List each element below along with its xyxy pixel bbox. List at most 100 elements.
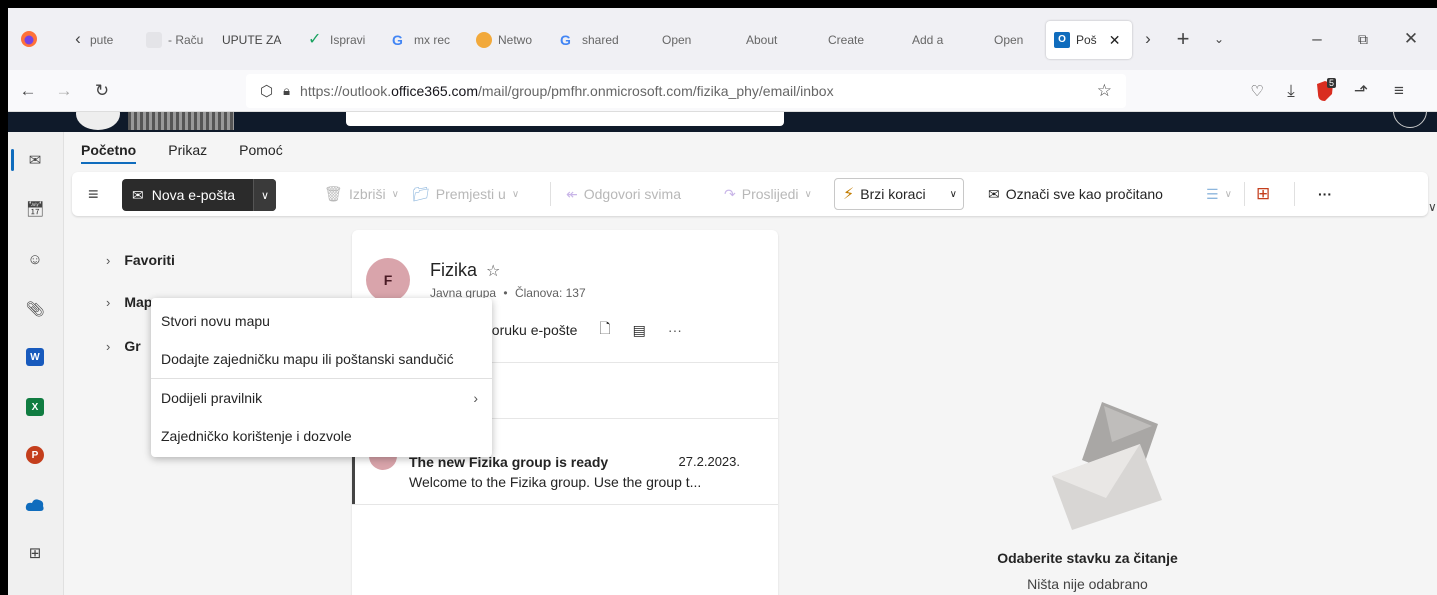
tab-scroll-right-icon[interactable]: › — [1138, 28, 1158, 50]
more-options-button[interactable]: ··· — [1318, 172, 1332, 216]
chevron-right-icon: › — [106, 338, 111, 354]
powerpoint-icon[interactable]: P — [24, 444, 46, 466]
chevron-right-icon: › — [106, 252, 111, 268]
forward-icon: ↷ — [724, 185, 736, 202]
onedrive-icon[interactable] — [24, 494, 46, 516]
browser-tab[interactable]: - Raču — [146, 14, 214, 66]
tab-scroll-left-icon[interactable]: ‹ — [68, 28, 88, 50]
browser-tab[interactable]: Netwo — [476, 14, 548, 66]
firefox-menu-icon[interactable] — [18, 28, 40, 50]
group-name: Fizika — [430, 260, 478, 280]
restore-icon[interactable]: ⧉ — [1352, 28, 1374, 50]
folder-label: Favoriti — [124, 252, 175, 268]
pocket-icon[interactable]: ♡ — [1246, 80, 1268, 102]
browser-tab[interactable]: G shared — [560, 14, 632, 66]
reload-icon[interactable]: ↻ — [90, 80, 114, 102]
browser-tab[interactable]: G mx rec — [392, 14, 462, 66]
chevron-right-icon: › — [106, 294, 111, 310]
list-tabs-icon[interactable]: ⌄ — [1208, 28, 1230, 50]
browser-tab[interactable]: Open — [640, 14, 712, 66]
tab-label: Create — [828, 33, 865, 47]
envelope-open-icon: ✉ — [988, 185, 1000, 202]
browser-tab[interactable]: About — [724, 14, 796, 66]
forward-icon[interactable]: → — [52, 80, 76, 102]
excel-icon[interactable]: X — [24, 396, 46, 418]
menu-item-create-folder[interactable]: Stvori novu mapu — [151, 302, 492, 340]
quick-steps-button[interactable]: ⚡︎ Brzi koraci ∨ — [834, 178, 964, 210]
downloads-icon[interactable]: ⤓ — [1280, 80, 1302, 102]
new-tab-icon[interactable]: + — [1172, 26, 1194, 51]
ribbon-expand-icon[interactable]: ∨ — [1428, 200, 1437, 214]
ribbon-tabs: Početno Prikaz Pomoć — [81, 142, 283, 164]
browser-tab[interactable]: ✓ Ispravi — [308, 14, 376, 66]
mark-read-label: Označi sve kao pročitano — [1005, 186, 1163, 202]
avatar[interactable] — [1393, 112, 1427, 128]
reply-all-button[interactable]: ↞ Odgovori svima — [566, 172, 681, 216]
tab-label: About — [746, 33, 778, 47]
suite-header — [8, 112, 1437, 132]
browser-tab-active[interactable]: O Poš ✕ — [1046, 21, 1132, 59]
new-mail-button[interactable]: ✉ Nova e-pošta ∨ — [122, 179, 276, 211]
tab-help[interactable]: Pomoć — [239, 142, 283, 164]
browser-tab[interactable]: Add a — [890, 14, 962, 66]
search-input[interactable] — [346, 112, 784, 126]
tab-home[interactable]: Početno — [81, 142, 137, 164]
new-mail-main[interactable]: ✉ Nova e-pošta — [122, 179, 253, 211]
mark-all-read-button[interactable]: ✉ Označi sve kao pročitano — [988, 172, 1163, 216]
tab-label: UPUTE ZA — [222, 33, 282, 47]
tab-view[interactable]: Prikaz — [168, 142, 207, 164]
divider — [352, 504, 778, 505]
browser-tab[interactable]: UPUTE ZA — [222, 14, 288, 66]
calendar-icon[interactable]: 📅︎ — [24, 198, 46, 220]
tab-label: mx rec — [414, 33, 450, 47]
hamburger-icon[interactable]: ≡ — [88, 172, 99, 216]
delete-button[interactable]: 🗑︎ Izbriši ∨ — [324, 172, 399, 216]
minimize-icon[interactable]: – — [1306, 28, 1328, 50]
extension-shield-icon[interactable]: 5 — [1312, 78, 1338, 104]
tab-label: Netwo — [498, 33, 533, 47]
app-menu-icon[interactable]: ≡ — [1388, 80, 1410, 102]
microsoft-icon — [640, 32, 656, 48]
browser-tab[interactable]: Create — [806, 14, 880, 66]
more-icon[interactable]: ··· — [668, 322, 682, 338]
reading-pane-title: Odaberite stavku za čitanje — [997, 550, 1178, 566]
microsoft-icon — [806, 32, 822, 48]
folder-favorites[interactable]: › Favoriti — [106, 252, 175, 268]
lock-icon[interactable]: 🔒︎ — [283, 83, 290, 99]
favorite-star-icon[interactable]: ☆ — [486, 261, 500, 281]
folder-groups[interactable]: › Gr — [106, 338, 141, 354]
rules-button[interactable]: ☰ ∨ — [1206, 172, 1232, 216]
mail-icon[interactable]: ✉ — [24, 149, 46, 171]
tab-label: Ispravi — [330, 33, 366, 47]
address-bar[interactable]: ⬡ 🔒︎ https://outlook.office365.com/mail/… — [246, 74, 1126, 108]
forward-button[interactable]: ↷ Proslijedi ∨ — [724, 172, 812, 216]
attachment-icon[interactable]: 📎︎ — [24, 298, 46, 320]
share-icon[interactable]: ⬏ — [1350, 80, 1372, 102]
close-window-icon[interactable]: ✕ — [1400, 28, 1422, 50]
organization-logo — [76, 112, 120, 130]
tab-bar: ‹ pute - Raču UPUTE ZA ✓ Ispravi G mx re… — [8, 8, 1437, 70]
back-icon[interactable]: ← — [16, 80, 40, 102]
menu-item-assign-policy[interactable]: Dodijeli pravilnik › — [151, 379, 492, 417]
word-icon[interactable]: W — [24, 346, 46, 368]
close-tab-icon[interactable]: ✕ — [1109, 32, 1121, 49]
extension-badge: 5 — [1326, 78, 1336, 88]
move-to-button[interactable]: 📁︎ Premjesti u ∨ — [412, 172, 519, 216]
calendar-icon[interactable]: ▤ — [633, 322, 646, 339]
people-icon[interactable]: ☺ — [24, 248, 46, 270]
browser-tab[interactable]: Open — [972, 14, 1044, 66]
bookmark-star-icon[interactable]: ☆ — [1097, 81, 1112, 101]
menu-item-sharing-permissions[interactable]: Zajedničko korištenje i dozvole — [151, 417, 492, 455]
chevron-down-icon: ∨ — [511, 188, 520, 200]
apps-grid-icon[interactable]: ⊞ — [1256, 172, 1270, 216]
files-icon[interactable]: 🗋︎ — [599, 318, 610, 342]
browser-tab[interactable]: pute — [90, 14, 146, 66]
tab-label: shared — [582, 33, 619, 47]
app-rail: ✉ 📅︎ ☺ 📎︎ W X P ⊞ — [8, 132, 64, 595]
menu-item-label: Dodijeli pravilnik — [161, 390, 263, 406]
new-mail-dropdown-icon[interactable]: ∨ — [253, 179, 276, 211]
tracking-shield-icon[interactable]: ⬡ — [260, 82, 273, 100]
url-text[interactable]: https://outlook.office365.com/mail/group… — [300, 83, 834, 99]
menu-item-add-shared-folder[interactable]: Dodajte zajedničku mapu ili poštanski sa… — [151, 340, 492, 378]
folder-move-icon: 📁︎ — [412, 185, 430, 202]
